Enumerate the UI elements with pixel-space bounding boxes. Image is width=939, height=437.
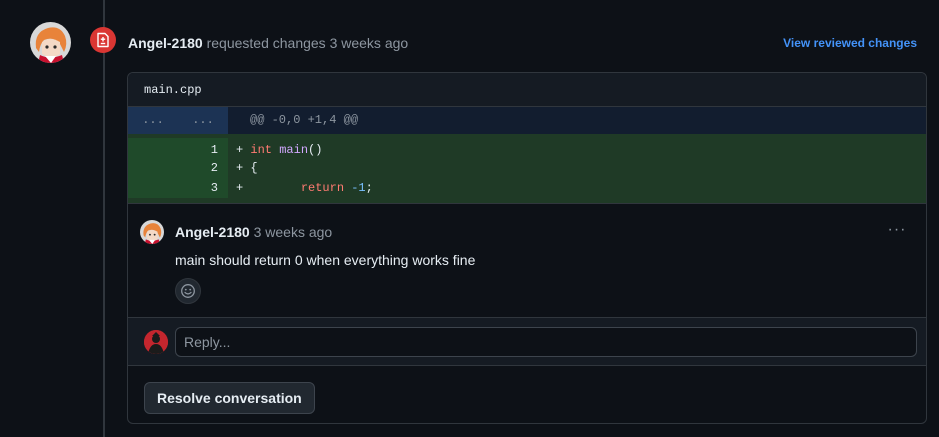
new-line-number[interactable]: 2 bbox=[178, 158, 228, 178]
file-name[interactable]: main.cpp bbox=[144, 83, 202, 97]
diff-hunk-row: ... ... @@ -0,0 +1,4 @@ bbox=[128, 107, 926, 134]
old-line-number bbox=[128, 158, 178, 178]
comment-author-avatar[interactable] bbox=[140, 220, 164, 244]
current-user-avatar bbox=[144, 330, 168, 354]
view-reviewed-changes-link[interactable]: View reviewed changes bbox=[783, 34, 917, 52]
review-author-link[interactable]: Angel-2180 bbox=[128, 35, 203, 51]
diff-code: + return -1; bbox=[236, 181, 373, 195]
reviewer-avatar[interactable] bbox=[30, 22, 71, 63]
file-diff-icon bbox=[97, 32, 109, 48]
resolve-conversation-button[interactable]: Resolve conversation bbox=[144, 382, 315, 414]
diff-code: + { bbox=[236, 161, 258, 175]
comment-body: main should return 0 when everything wor… bbox=[175, 252, 476, 268]
review-comment: Angel-2180 3 weeks ago ··· main should r… bbox=[128, 204, 926, 318]
comment-timestamp[interactable]: 3 weeks ago bbox=[254, 224, 333, 240]
resolve-area: Resolve conversation bbox=[128, 366, 926, 423]
comment-author-link[interactable]: Angel-2180 bbox=[175, 224, 250, 240]
comment-options-button[interactable]: ··· bbox=[886, 220, 908, 240]
hunk-header: @@ -0,0 +1,4 @@ bbox=[250, 113, 359, 127]
hunk-expand-new[interactable]: ... bbox=[178, 107, 228, 134]
diff-line: 3 + return -1; bbox=[128, 178, 926, 203]
review-header: Angel-2180 requested changes 3 weeks ago bbox=[128, 33, 408, 53]
hunk-expand-old[interactable]: ... bbox=[128, 107, 178, 134]
changes-requested-badge bbox=[90, 27, 116, 53]
reply-area bbox=[128, 318, 926, 366]
old-line-number bbox=[128, 138, 178, 158]
diff-code: + int main() bbox=[236, 143, 323, 157]
new-line-number[interactable]: 1 bbox=[178, 138, 228, 158]
review-timestamp[interactable]: 3 weeks ago bbox=[330, 35, 409, 51]
new-line-number[interactable]: 3 bbox=[178, 178, 228, 198]
review-thread: main.cpp ... ... @@ -0,0 +1,4 @@ 1 + int… bbox=[127, 72, 927, 424]
smiley-icon bbox=[181, 284, 195, 298]
diff-line: 2 + { bbox=[128, 158, 926, 178]
diff-line: 1 + int main() bbox=[128, 134, 926, 158]
reply-input[interactable] bbox=[175, 327, 917, 357]
add-reaction-button[interactable] bbox=[175, 278, 201, 304]
comment-header: Angel-2180 3 weeks ago bbox=[175, 222, 332, 242]
timeline-line bbox=[103, 0, 105, 437]
diff-table: ... ... @@ -0,0 +1,4 @@ 1 + int main() 2… bbox=[128, 107, 926, 204]
old-line-number bbox=[128, 178, 178, 198]
review-action-text: requested changes bbox=[206, 35, 326, 51]
file-header: main.cpp bbox=[128, 73, 926, 107]
